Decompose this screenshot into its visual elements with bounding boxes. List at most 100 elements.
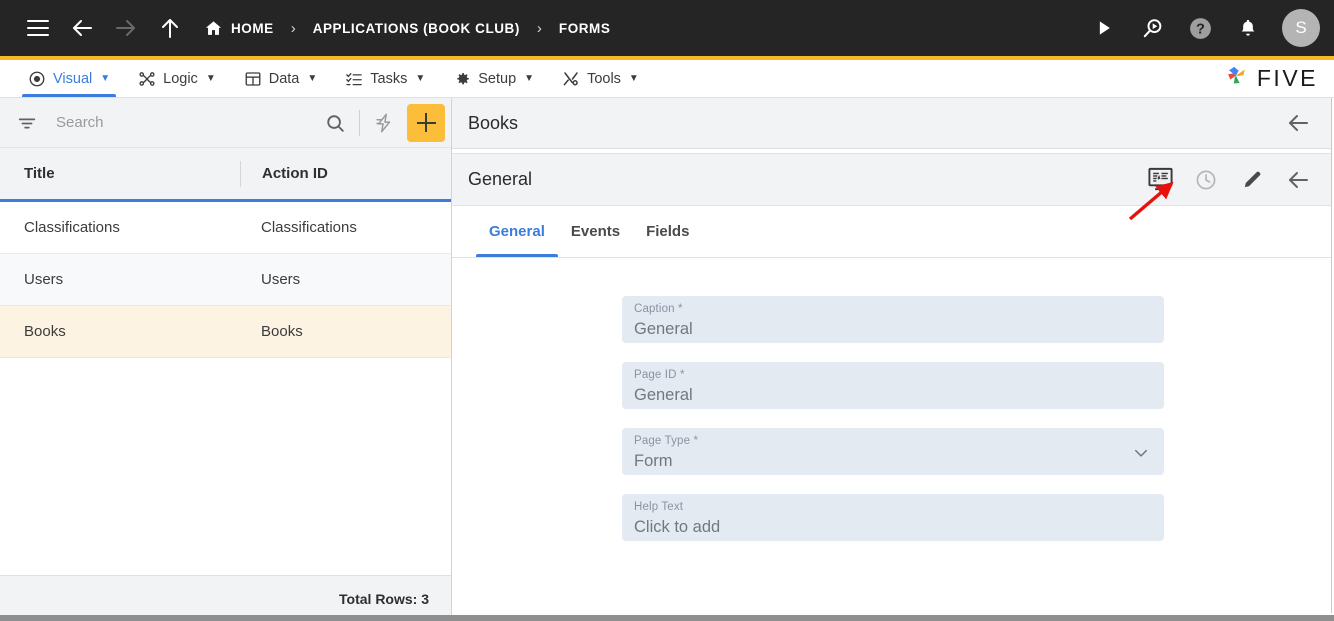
eye-icon (28, 70, 46, 88)
search-icon[interactable] (318, 106, 352, 140)
edit-pencil-icon (1244, 171, 1260, 188)
filter-icon[interactable] (12, 112, 42, 134)
caption-field[interactable]: Caption * General (622, 296, 1164, 343)
logic-nodes-icon (138, 70, 156, 88)
menu-item-logic[interactable]: Logic ▼ (124, 60, 230, 97)
avatar-initial: S (1295, 18, 1307, 37)
forward-button[interactable] (104, 6, 148, 50)
chevron-down-icon: ▼ (307, 73, 318, 84)
add-form-button[interactable] (407, 103, 445, 142)
chevron-down-icon: ▼ (100, 73, 111, 84)
tab-events[interactable]: Events (558, 206, 633, 257)
column-header-title[interactable]: Title (0, 148, 240, 199)
list-table-body: Classifications Classifications Users Us… (0, 202, 451, 575)
help-text-label-text: Help Text (634, 501, 684, 513)
section-header: General (452, 153, 1334, 206)
tab-label-events: Events (570, 223, 621, 240)
search-input[interactable] (42, 114, 318, 131)
lightning-bolt-icon[interactable] (367, 106, 401, 140)
required-marker: * (690, 435, 699, 447)
gear-icon (453, 70, 471, 88)
detail-header: Books (452, 98, 1334, 149)
notifications-button[interactable] (1226, 6, 1270, 50)
help-text-field[interactable]: Help Text Click to add (622, 494, 1164, 541)
svg-text:?: ? (1196, 21, 1205, 37)
close-detail-button[interactable] (1276, 101, 1320, 145)
breadcrumb-item-applications[interactable]: APPLICATIONS (BOOK CLUB) (313, 21, 520, 36)
run-play-icon (1099, 21, 1110, 35)
menu-item-data[interactable]: Data ▼ (230, 60, 332, 97)
breadcrumb-label-applications: APPLICATIONS (BOOK CLUB) (312, 20, 520, 36)
avatar[interactable]: S (1282, 9, 1320, 47)
edit-button[interactable] (1230, 158, 1274, 202)
menu-label-tools: Tools (587, 70, 621, 87)
tab-label-fields: Fields (646, 223, 690, 240)
module-menu-bar: Visual ▼ Logic ▼ Data ▼ Tasks ▼ Setup ▼ … (0, 60, 1334, 98)
cell-title: Books (24, 323, 66, 340)
required-marker: * (676, 369, 685, 381)
search-toolbar (0, 98, 451, 148)
search-run-button[interactable] (1130, 6, 1174, 50)
menu-item-visual[interactable]: Visual ▼ (14, 60, 124, 97)
table-row-selected[interactable]: Books Books (0, 306, 451, 358)
page-type-field[interactable]: Page Type * Form (622, 428, 1164, 475)
section-header-tools (1138, 158, 1320, 202)
page-type-field-value: Form (634, 452, 673, 470)
back-button[interactable] (60, 6, 104, 50)
menu-label-tasks: Tasks (370, 70, 408, 87)
breadcrumb-item-home[interactable]: HOME (204, 19, 274, 38)
back-section-button[interactable] (1276, 158, 1320, 202)
arrow-left-icon (73, 20, 92, 36)
chevron-down-icon: ▼ (415, 73, 426, 84)
tab-label-general: General (489, 223, 545, 240)
task-list-icon (345, 70, 363, 88)
history-button[interactable] (1184, 158, 1228, 202)
column-header-action-id[interactable]: Action ID (240, 160, 451, 187)
help-text-field-value: Click to add (634, 518, 721, 536)
chevron-down-icon: ▼ (205, 73, 216, 84)
chevron-down-icon: ▼ (524, 73, 535, 84)
breadcrumb: HOME › APPLICATIONS (BOOK CLUB) › FORMS (204, 19, 610, 38)
active-tab-underline (476, 254, 558, 257)
menu-item-setup[interactable]: Setup ▼ (439, 60, 548, 97)
menu-label-data: Data (268, 70, 300, 87)
caption-label-text: Caption (634, 303, 675, 315)
arrow-right-icon (116, 20, 135, 36)
history-clock-icon (1196, 170, 1216, 189)
menu-item-tasks[interactable]: Tasks ▼ (331, 60, 439, 97)
menu-label-setup: Setup (478, 70, 517, 87)
menu-label-visual: Visual (53, 70, 93, 87)
brand-logo: FIVE (1222, 60, 1334, 97)
list-table-header: Title Action ID (0, 148, 451, 202)
caption-field-label: Caption * (634, 302, 1150, 316)
table-row[interactable]: Classifications Classifications (0, 202, 451, 254)
cell-action-id: Users (261, 271, 301, 288)
table-row[interactable]: Users Users (0, 254, 451, 306)
chevron-down-icon: ▼ (628, 73, 639, 84)
form-designer-button[interactable] (1138, 158, 1182, 202)
required-marker: * (674, 303, 683, 315)
breadcrumb-separator: › (290, 19, 296, 37)
hamburger-menu-button[interactable] (16, 6, 60, 50)
search-run-icon (1143, 18, 1161, 37)
up-button[interactable] (148, 6, 192, 50)
horizontal-scrollbar[interactable] (0, 615, 1334, 621)
breadcrumb-label-home: HOME (231, 20, 274, 36)
table-grid-icon (244, 70, 262, 88)
menu-item-tools[interactable]: Tools ▼ (548, 60, 653, 97)
hamburger-icon (27, 20, 49, 36)
page-id-field-value: General (634, 386, 693, 404)
run-button[interactable] (1082, 6, 1126, 50)
home-icon (204, 19, 223, 38)
breadcrumb-item-forms[interactable]: FORMS (559, 21, 611, 36)
cell-action-id: Books (261, 323, 303, 340)
help-button[interactable]: ? (1178, 6, 1222, 50)
page-id-field[interactable]: Page ID * General (622, 362, 1164, 409)
tools-wrench-icon (562, 70, 580, 88)
arrow-up-icon (162, 19, 178, 38)
menu-label-logic: Logic (163, 70, 198, 87)
chevron-down-icon[interactable] (1132, 443, 1150, 461)
page-title: Books (468, 112, 519, 133)
tab-general[interactable]: General (476, 206, 558, 257)
tab-fields[interactable]: Fields (633, 206, 702, 257)
